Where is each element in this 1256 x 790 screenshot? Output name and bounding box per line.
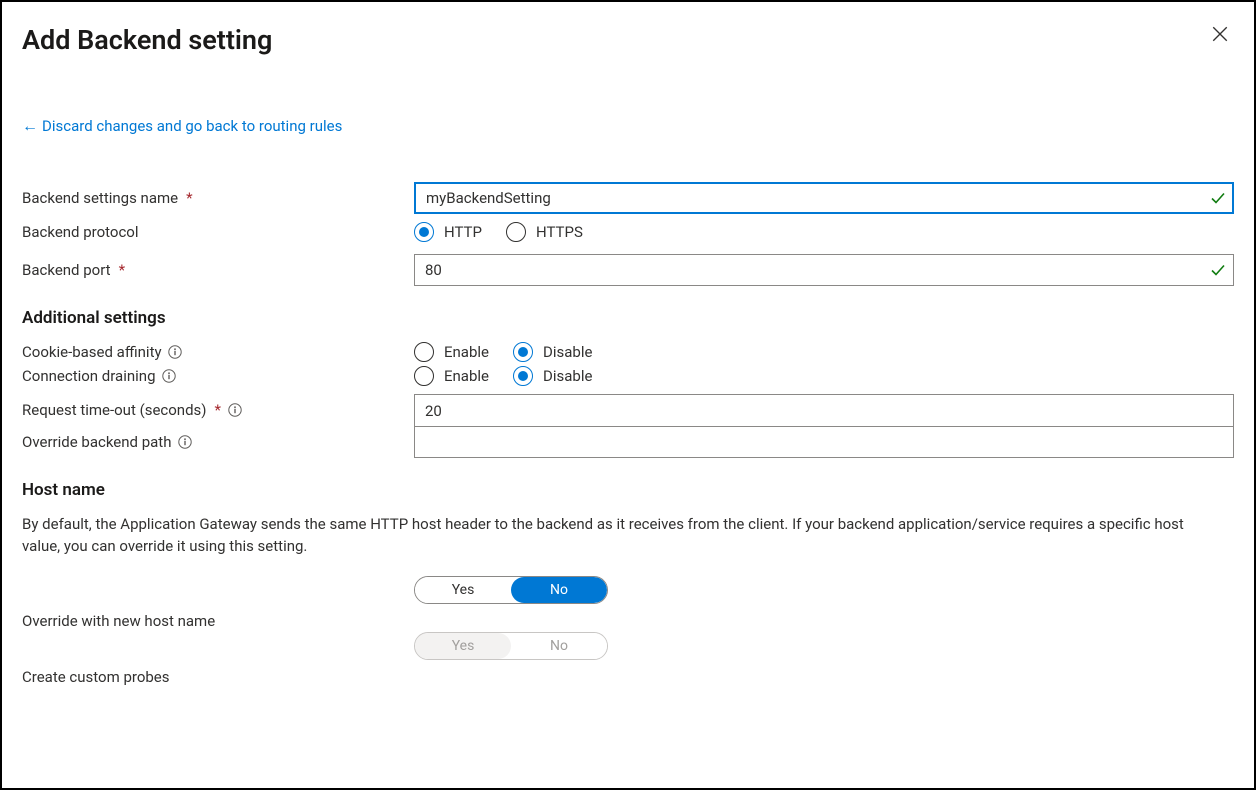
draining-disable-radio[interactable]: Disable — [513, 366, 592, 386]
backend-port-input-wrap — [414, 254, 1234, 286]
form: Backend settings name * Backend protocol — [22, 182, 1234, 686]
protocol-https-label: HTTPS — [536, 223, 583, 241]
row-hostname-toggle: Yes No — [22, 576, 1234, 604]
label-cookie-affinity: Cookie-based affinity — [22, 343, 162, 361]
request-timeout-input-wrap — [414, 394, 1234, 426]
draining-enable-label: Enable — [444, 367, 489, 385]
cookie-enable-radio[interactable]: Enable — [414, 342, 489, 362]
required-marker: * — [119, 261, 125, 279]
hostname-description: By default, the Application Gateway send… — [22, 514, 1222, 558]
row-create-custom-probes-label: Create custom probes — [22, 668, 1234, 686]
label-backend-settings-name: Backend settings name — [22, 189, 178, 207]
label-request-timeout: Request time-out (seconds) — [22, 401, 207, 419]
probes-toggle-yes: Yes — [415, 633, 511, 659]
backend-settings-name-input-wrap — [414, 182, 1234, 214]
hostname-toggle-no[interactable]: No — [511, 577, 607, 603]
check-icon — [1210, 262, 1226, 278]
label-create-custom-probes: Create custom probes — [22, 668, 170, 686]
request-timeout-input[interactable] — [414, 394, 1234, 426]
info-icon[interactable] — [168, 345, 183, 360]
label-override-backend-path: Override backend path — [22, 433, 171, 451]
probes-toggle-no: No — [511, 633, 607, 659]
hostname-toggle-yes[interactable]: Yes — [415, 577, 511, 603]
row-backend-protocol: Backend protocol HTTP HTTPS — [22, 222, 1234, 242]
section-additional-settings: Additional settings — [22, 308, 1234, 328]
required-marker: * — [186, 189, 192, 207]
label-backend-protocol: Backend protocol — [22, 223, 139, 241]
cookie-affinity-radio-group: Enable Disable — [414, 342, 592, 362]
cookie-enable-label: Enable — [444, 343, 489, 361]
check-icon — [1210, 190, 1226, 206]
info-icon[interactable] — [177, 435, 192, 450]
hostname-override-toggle[interactable]: Yes No — [414, 576, 608, 604]
row-request-timeout: Request time-out (seconds) * — [22, 394, 1234, 426]
backend-protocol-radio-group: HTTP HTTPS — [414, 222, 583, 242]
info-icon[interactable] — [162, 369, 177, 384]
row-backend-settings-name: Backend settings name * — [22, 182, 1234, 214]
row-cookie-affinity: Cookie-based affinity Enable Disable — [22, 342, 1234, 362]
info-icon[interactable] — [227, 403, 242, 418]
back-link-text: Discard changes and go back to routing r… — [42, 117, 342, 135]
backend-settings-name-input[interactable] — [414, 182, 1234, 214]
create-probes-toggle: Yes No — [414, 632, 608, 660]
row-backend-port: Backend port * — [22, 254, 1234, 286]
override-backend-path-input-wrap — [414, 426, 1234, 458]
close-button[interactable] — [1208, 24, 1232, 48]
label-override-new-host: Override with new host name — [22, 612, 215, 630]
arrow-left-icon: ← — [22, 116, 38, 136]
add-backend-setting-panel: Add Backend setting ← Discard changes an… — [0, 0, 1256, 790]
cookie-disable-label: Disable — [543, 343, 592, 361]
protocol-http-label: HTTP — [444, 223, 482, 241]
draining-disable-label: Disable — [543, 367, 592, 385]
section-host-name: Host name — [22, 480, 1234, 500]
close-icon — [1211, 25, 1229, 47]
required-marker: * — [215, 401, 221, 419]
row-create-probes-toggle: Yes No — [22, 632, 1234, 660]
protocol-http-radio[interactable]: HTTP — [414, 222, 482, 242]
discard-back-link[interactable]: ← Discard changes and go back to routing… — [22, 116, 342, 136]
row-connection-draining: Connection draining Enable Disable — [22, 366, 1234, 386]
cookie-disable-radio[interactable]: Disable — [513, 342, 592, 362]
panel-title: Add Backend setting — [22, 24, 1234, 56]
protocol-https-radio[interactable]: HTTPS — [506, 222, 583, 242]
draining-enable-radio[interactable]: Enable — [414, 366, 489, 386]
row-override-backend-path: Override backend path — [22, 426, 1234, 458]
label-backend-port: Backend port — [22, 261, 111, 279]
connection-draining-radio-group: Enable Disable — [414, 366, 592, 386]
label-connection-draining: Connection draining — [22, 367, 156, 385]
backend-port-input[interactable] — [414, 254, 1234, 286]
row-override-new-host-label: Override with new host name — [22, 612, 1234, 630]
override-backend-path-input[interactable] — [414, 426, 1234, 458]
